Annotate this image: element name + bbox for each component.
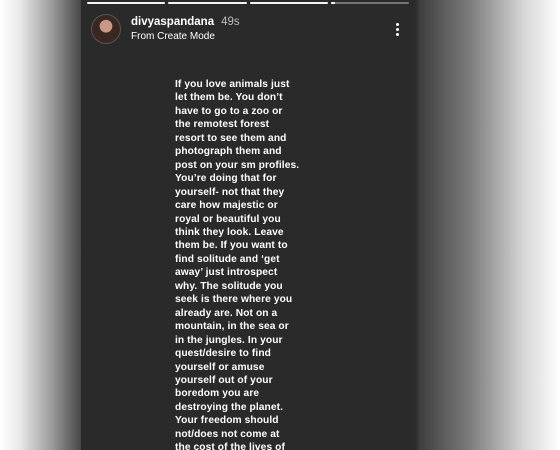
story-subtitle: From Create Mode: [131, 31, 215, 42]
username[interactable]: divyaspandana: [131, 16, 214, 28]
avatar[interactable]: [91, 14, 121, 44]
story-text: If you love animals just let them be. Yo…: [175, 79, 300, 450]
progress-segment: [168, 2, 247, 4]
progress-segment: [87, 2, 166, 4]
more-vertical-icon[interactable]: [389, 19, 405, 39]
story-viewer[interactable]: divyaspandana 49s From Create Mode If yo…: [81, 0, 415, 450]
progress-segment-current: [330, 2, 409, 4]
post-time: 49s: [221, 16, 240, 28]
story-author: divyaspandana 49s From Create Mode: [131, 16, 240, 42]
progress-fill: [330, 2, 336, 4]
story-header: divyaspandana 49s From Create Mode: [91, 12, 405, 46]
story-progress-bar: [87, 2, 409, 4]
progress-segment: [249, 2, 328, 4]
